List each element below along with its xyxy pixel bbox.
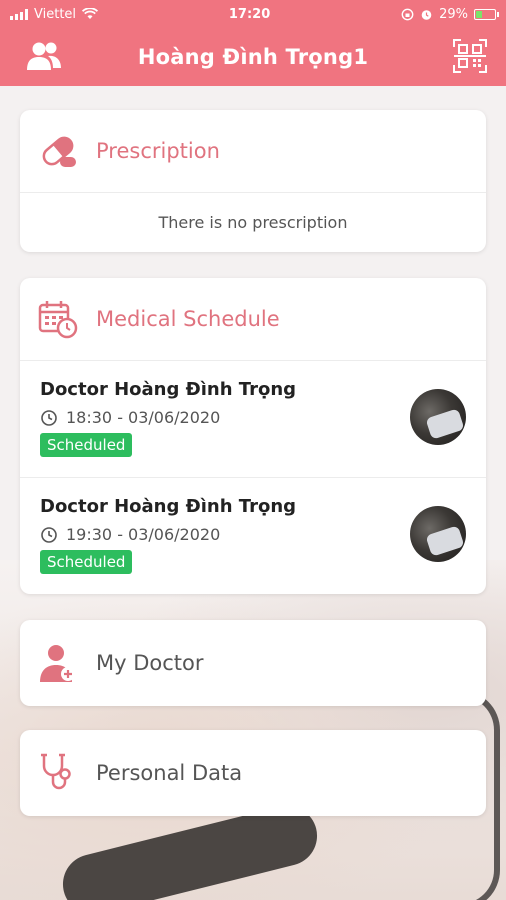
my-doctor-button[interactable]: My Doctor: [20, 620, 486, 706]
alarm-icon: [421, 9, 432, 20]
stethoscope-icon: [41, 753, 71, 790]
empty-prescription-text: There is no prescription: [158, 213, 348, 232]
status-bar: Viettel 17:20 29%: [0, 0, 506, 28]
prescription-title: Prescription: [96, 139, 220, 163]
qr-code-icon[interactable]: [452, 38, 488, 74]
page-title: Hoàng Đình Trọng1: [137, 45, 369, 69]
prescription-card[interactable]: Prescription There is no prescription: [20, 110, 486, 252]
appointment-item[interactable]: Doctor Hoàng Đình Trọng 18:30 - 03/06/20…: [20, 361, 486, 477]
status-badge: Scheduled: [40, 433, 133, 457]
doctor-icon: [40, 645, 75, 682]
carrier-label: Viettel: [34, 6, 77, 22]
battery-icon: [473, 8, 499, 20]
medical-schedule-card: Medical Schedule Doctor Hoàng Đình Trọng…: [20, 278, 486, 594]
status-badge: Scheduled: [40, 550, 133, 574]
signal-icon: [10, 8, 28, 20]
personal-data-button[interactable]: Personal Data: [20, 730, 486, 816]
clock-icon: [41, 526, 57, 543]
doctor-avatar: [410, 506, 466, 562]
schedule-title: Medical Schedule: [96, 307, 280, 331]
calendar-clock-icon: [38, 301, 78, 339]
lock-rotation-icon: [401, 8, 414, 20]
personal-data-label: Personal Data: [96, 761, 243, 785]
appointment-item[interactable]: Doctor Hoàng Đình Trọng 19:30 - 03/06/20…: [20, 477, 486, 593]
appointment-time: 18:30 - 03/06/2020: [66, 408, 221, 427]
clock-time: 17:20: [228, 6, 271, 22]
clock-icon: [41, 409, 57, 426]
appointment-time: 19:30 - 03/06/2020: [66, 525, 221, 544]
app-header: Hoàng Đình Trọng1: [0, 28, 506, 86]
doctor-avatar: [410, 389, 466, 445]
wifi-icon: [82, 8, 99, 19]
users-icon[interactable]: [26, 40, 62, 72]
battery-percent: 29%: [439, 6, 468, 22]
my-doctor-label: My Doctor: [96, 651, 204, 675]
pill-icon: [42, 136, 76, 167]
